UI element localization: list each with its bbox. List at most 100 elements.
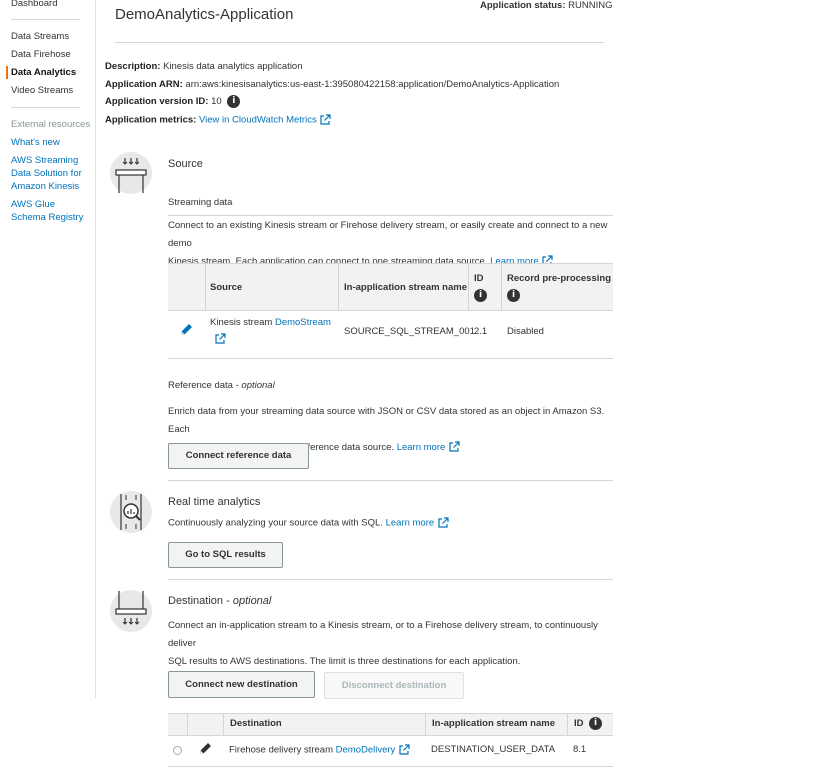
column-header-destination[interactable]: Destination	[230, 718, 282, 729]
table-col-divider	[425, 713, 426, 735]
sidebar-link-glue-schema[interactable]: AWS Glue Schema Registry	[11, 198, 91, 224]
analytics-text: Continuously analyzing your source data …	[168, 517, 383, 529]
source-section-title: Source	[168, 158, 203, 170]
source-preprocessing: Disabled	[507, 326, 544, 337]
reference-data-label: Reference data - optional	[168, 380, 275, 391]
destination-row-radio[interactable]	[173, 746, 182, 755]
table-col-divider	[205, 263, 206, 310]
sidebar-link-whats-new[interactable]: What's new	[11, 136, 60, 149]
column-header-dest-stream-name[interactable]: In-application stream name	[432, 718, 555, 729]
application-status: Application status: RUNNING	[480, 0, 613, 11]
go-to-sql-results-button[interactable]: Go to SQL results	[168, 542, 283, 568]
destination-section-title: Destination - optional	[168, 595, 271, 607]
table-border	[168, 766, 613, 767]
streaming-divider	[168, 215, 613, 216]
connect-new-destination-button[interactable]: Connect new destination	[168, 671, 315, 698]
edit-pencil-icon[interactable]	[179, 323, 193, 337]
info-icon[interactable]: i	[589, 717, 602, 730]
connect-reference-data-button[interactable]: Connect reference data	[168, 443, 309, 469]
destination-stream-icon	[115, 591, 147, 625]
source-stream-icon	[115, 158, 147, 193]
sidebar-item-dashboard[interactable]: Dashboard	[11, 0, 57, 9]
destination-text-line2: SQL results to AWS destinations. The lim…	[168, 656, 521, 667]
destination-title-text: Destination -	[168, 595, 230, 607]
destination-optional-text: optional	[232, 595, 272, 607]
sidebar: Dashboard Data Streams Data Firehose Dat…	[0, 0, 96, 698]
table-border	[168, 263, 613, 264]
destination-section-icon	[110, 590, 152, 632]
header-divider	[115, 42, 604, 43]
external-link-icon[interactable]	[437, 517, 449, 529]
streaming-text-line1: Connect to an existing Kinesis stream or…	[168, 220, 608, 249]
reference-text-line1: Enrich data from your streaming data sou…	[168, 406, 605, 435]
source-id: 2.1	[474, 326, 488, 337]
analytics-section-title: Real time analytics	[168, 496, 261, 508]
metrics-label: Application metrics:	[105, 114, 197, 126]
version-value: 10	[211, 96, 222, 108]
table-col-divider	[223, 713, 224, 735]
destination-stream-name: DESTINATION_USER_DATA	[431, 744, 556, 755]
sidebar-link-streaming-solution[interactable]: AWS Streaming Data Solution for Amazon K…	[11, 154, 86, 193]
arn-label: Application ARN:	[105, 79, 183, 90]
external-link-icon[interactable]	[398, 744, 410, 756]
sidebar-item-data-analytics[interactable]: Data Analytics	[5, 66, 76, 79]
column-header-preprocessing[interactable]: Record pre-processing	[507, 273, 611, 284]
section-divider	[168, 480, 613, 481]
column-header-dest-id[interactable]: ID	[574, 718, 584, 729]
source-prefix: Kinesis stream	[210, 317, 273, 328]
status-label: Application status:	[480, 0, 566, 11]
table-border	[168, 310, 613, 311]
source-cell: Kinesis stream DemoStream	[210, 317, 331, 328]
destination-id: 8.1	[573, 744, 587, 755]
analytics-description: Continuously analyzing your source data …	[168, 517, 449, 529]
sidebar-divider	[11, 19, 80, 20]
version-row: Application version ID: 10 i	[105, 95, 241, 108]
table-col-divider	[338, 263, 339, 310]
table-border	[168, 735, 613, 736]
page-title: DemoAnalytics-Application	[115, 6, 294, 23]
description-value: Kinesis data analytics application	[163, 61, 303, 72]
reference-learn-more-link[interactable]: Learn more	[397, 442, 446, 453]
metrics-row: Application metrics: View in CloudWatch …	[105, 114, 331, 126]
column-header-source[interactable]: Source	[210, 282, 242, 293]
destination-prefix: Firehose delivery stream	[229, 744, 334, 756]
reference-label-text: Reference data -	[168, 380, 239, 391]
sidebar-divider	[11, 107, 80, 108]
cloudwatch-metrics-link[interactable]: View in CloudWatch Metrics	[199, 115, 317, 126]
description-label: Description:	[105, 61, 161, 72]
analytics-learn-more-link[interactable]: Learn more	[386, 518, 435, 529]
status-value: RUNNING	[568, 0, 613, 11]
info-icon[interactable]: i	[507, 289, 520, 302]
column-header-stream-name[interactable]: In-application stream name	[344, 282, 467, 293]
info-icon[interactable]: i	[227, 95, 241, 108]
external-link-icon[interactable]	[214, 333, 226, 345]
destination-cell: Firehose delivery stream DemoDelivery	[229, 744, 410, 756]
demostream-link[interactable]: DemoStream	[275, 317, 331, 328]
version-label: Application version ID:	[105, 96, 209, 108]
sidebar-item-data-streams[interactable]: Data Streams	[11, 31, 69, 42]
table-col-divider	[501, 263, 502, 310]
table-border	[168, 713, 613, 714]
table-border	[168, 358, 613, 359]
edit-pencil-icon[interactable]	[198, 742, 212, 756]
magnifier-analytics-icon	[120, 494, 142, 530]
disconnect-destination-button[interactable]: Disconnect destination	[324, 672, 464, 699]
section-divider	[168, 579, 613, 580]
arn-value: arn:aws:kinesisanalytics:us-east-1:39508…	[185, 79, 560, 90]
streaming-data-label: Streaming data	[168, 197, 233, 208]
external-link-icon[interactable]	[319, 114, 331, 126]
demodelivery-link[interactable]: DemoDelivery	[336, 745, 396, 756]
sidebar-item-video-streams[interactable]: Video Streams	[11, 85, 73, 96]
reference-optional-text: optional	[241, 380, 275, 391]
destination-text-line1: Connect an in-application stream to a Ki…	[168, 620, 598, 649]
table-col-divider	[468, 263, 469, 310]
source-section-icon	[110, 152, 152, 194]
column-header-id[interactable]: ID	[474, 273, 484, 284]
info-icon[interactable]: i	[474, 289, 487, 302]
sidebar-item-data-firehose[interactable]: Data Firehose	[11, 49, 71, 60]
table-col-divider	[567, 713, 568, 735]
external-link-icon[interactable]	[448, 441, 460, 453]
arn-row: Application ARN: arn:aws:kinesisanalytic…	[105, 79, 559, 90]
source-stream-name: SOURCE_SQL_STREAM_001	[344, 326, 475, 337]
analytics-section-icon	[110, 491, 152, 533]
